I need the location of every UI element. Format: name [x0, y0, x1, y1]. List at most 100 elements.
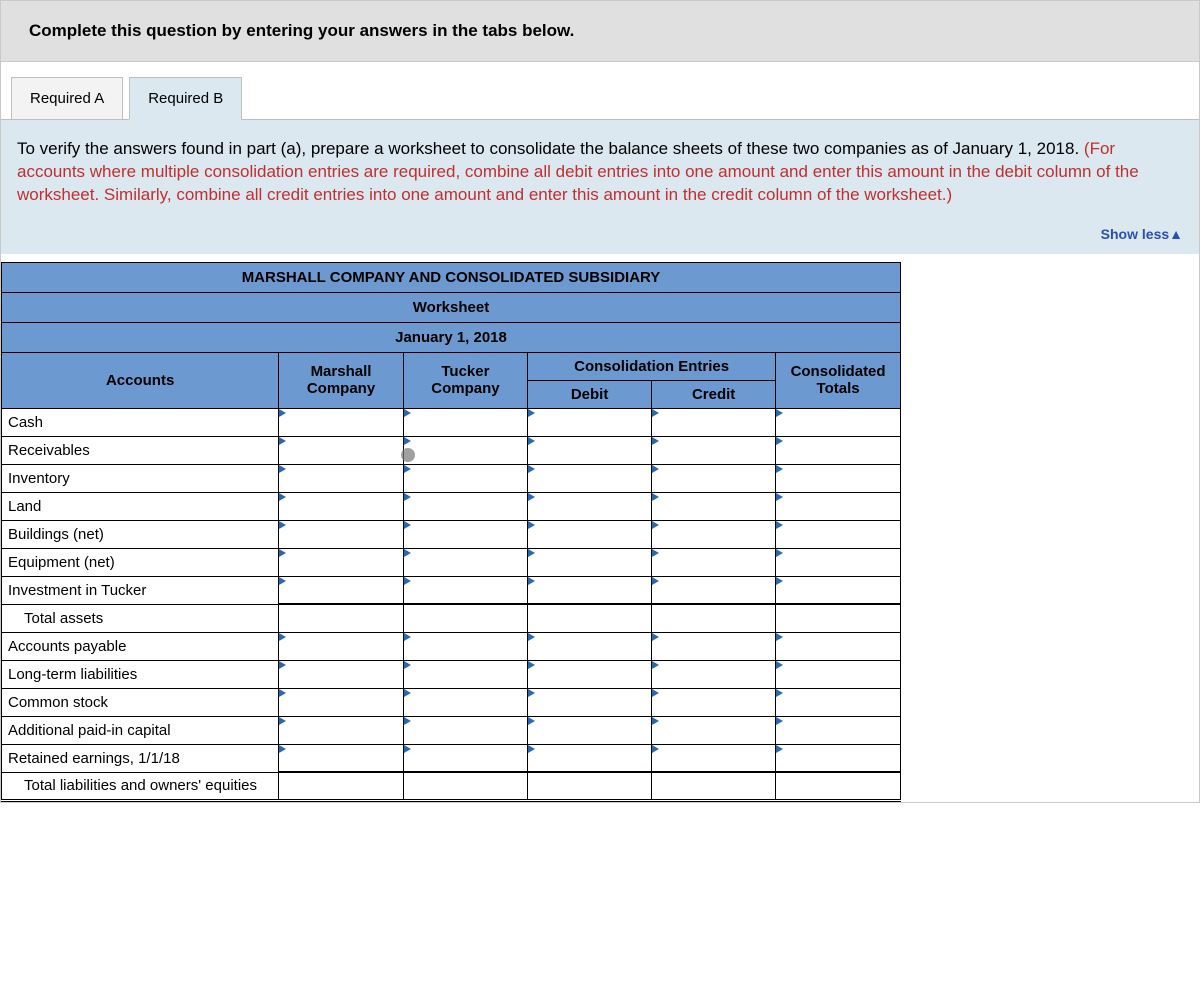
input-cell[interactable]: [528, 436, 652, 464]
input-cell[interactable]: [528, 464, 652, 492]
input-cell[interactable]: [528, 632, 652, 660]
input-cell[interactable]: [776, 632, 901, 660]
tabs-row: Required A Required B: [1, 62, 1199, 119]
input-cell[interactable]: [776, 492, 901, 520]
hdr-accounts: Accounts: [2, 352, 279, 408]
hdr-marshall: Marshall Company: [279, 352, 403, 408]
prompt-lead: To verify the answers found in part (a),…: [17, 139, 1084, 158]
input-cell[interactable]: [403, 744, 527, 772]
input-cell[interactable]: [279, 660, 403, 688]
expand-marker-icon: [652, 409, 659, 417]
table-row: Equipment (net): [2, 548, 901, 576]
expand-marker-icon: [279, 577, 286, 585]
expand-marker-icon: [776, 717, 783, 725]
hdr-consol-totals: Consolidated Totals: [776, 352, 901, 408]
input-cell[interactable]: [528, 408, 652, 436]
total-cell: [403, 772, 527, 800]
input-cell[interactable]: [279, 632, 403, 660]
input-cell[interactable]: [403, 688, 527, 716]
total-cell: [776, 772, 901, 800]
input-cell[interactable]: [403, 464, 527, 492]
input-cell[interactable]: [403, 716, 527, 744]
expand-marker-icon: [528, 465, 535, 473]
instruction-text: Complete this question by entering your …: [29, 21, 574, 40]
input-cell[interactable]: [279, 744, 403, 772]
expand-marker-icon: [776, 633, 783, 641]
tab-required-b[interactable]: Required B: [129, 77, 242, 120]
input-cell[interactable]: [528, 548, 652, 576]
input-cell[interactable]: [652, 632, 776, 660]
question-container: Complete this question by entering your …: [0, 0, 1200, 803]
input-cell[interactable]: [528, 660, 652, 688]
expand-marker-icon: [279, 689, 286, 697]
input-cell[interactable]: [776, 716, 901, 744]
input-cell[interactable]: [652, 408, 776, 436]
input-cell[interactable]: [279, 464, 403, 492]
expand-marker-icon: [776, 577, 783, 585]
input-cell[interactable]: [652, 548, 776, 576]
input-cell[interactable]: [652, 464, 776, 492]
input-cell[interactable]: [528, 744, 652, 772]
input-cell[interactable]: [279, 436, 403, 464]
input-cell[interactable]: [652, 436, 776, 464]
input-cell[interactable]: [652, 688, 776, 716]
input-cell[interactable]: [776, 660, 901, 688]
input-cell[interactable]: [528, 576, 652, 604]
row-label: Cash: [2, 408, 279, 436]
input-cell[interactable]: [403, 576, 527, 604]
input-cell[interactable]: [528, 520, 652, 548]
total-cell: [279, 604, 403, 632]
expand-marker-icon: [528, 521, 535, 529]
input-cell[interactable]: [776, 436, 901, 464]
expand-marker-icon: [279, 521, 286, 529]
input-cell[interactable]: [279, 548, 403, 576]
input-cell[interactable]: [403, 548, 527, 576]
expand-marker-icon: [652, 717, 659, 725]
expand-marker-icon: [279, 437, 286, 445]
tab-required-a[interactable]: Required A: [11, 77, 123, 120]
input-cell[interactable]: [776, 576, 901, 604]
input-cell[interactable]: [652, 520, 776, 548]
input-cell[interactable]: [776, 744, 901, 772]
expand-marker-icon: [404, 437, 411, 445]
total-cell: [528, 772, 652, 800]
row-label: Total liabilities and owners' equities: [2, 772, 279, 800]
expand-marker-icon: [652, 577, 659, 585]
input-cell[interactable]: [652, 576, 776, 604]
row-label: Equipment (net): [2, 548, 279, 576]
input-cell[interactable]: [652, 492, 776, 520]
input-cell[interactable]: [279, 716, 403, 744]
input-cell[interactable]: [776, 464, 901, 492]
expand-marker-icon: [279, 633, 286, 641]
input-cell[interactable]: [652, 716, 776, 744]
input-cell[interactable]: [279, 688, 403, 716]
table-row: Common stock: [2, 688, 901, 716]
input-cell[interactable]: [652, 744, 776, 772]
row-label: Receivables: [2, 436, 279, 464]
input-cell[interactable]: [403, 492, 527, 520]
input-cell[interactable]: [403, 436, 527, 464]
input-cell[interactable]: [403, 660, 527, 688]
input-cell[interactable]: [279, 520, 403, 548]
input-cell[interactable]: [776, 548, 901, 576]
input-cell[interactable]: [279, 576, 403, 604]
input-cell[interactable]: [279, 408, 403, 436]
expand-marker-icon: [404, 493, 411, 501]
input-cell[interactable]: [652, 660, 776, 688]
input-cell[interactable]: [403, 520, 527, 548]
input-cell[interactable]: [403, 408, 527, 436]
input-cell[interactable]: [528, 716, 652, 744]
input-cell[interactable]: [776, 688, 901, 716]
expand-marker-icon: [279, 661, 286, 669]
table-row: Receivables: [2, 436, 901, 464]
total-cell: [528, 604, 652, 632]
expand-marker-icon: [528, 633, 535, 641]
show-less-link[interactable]: Show less▲: [1101, 226, 1183, 242]
input-cell[interactable]: [279, 492, 403, 520]
input-cell[interactable]: [528, 492, 652, 520]
input-cell[interactable]: [403, 632, 527, 660]
input-cell[interactable]: [528, 688, 652, 716]
show-less-row: Show less▲: [17, 207, 1183, 244]
input-cell[interactable]: [776, 520, 901, 548]
input-cell[interactable]: [776, 408, 901, 436]
